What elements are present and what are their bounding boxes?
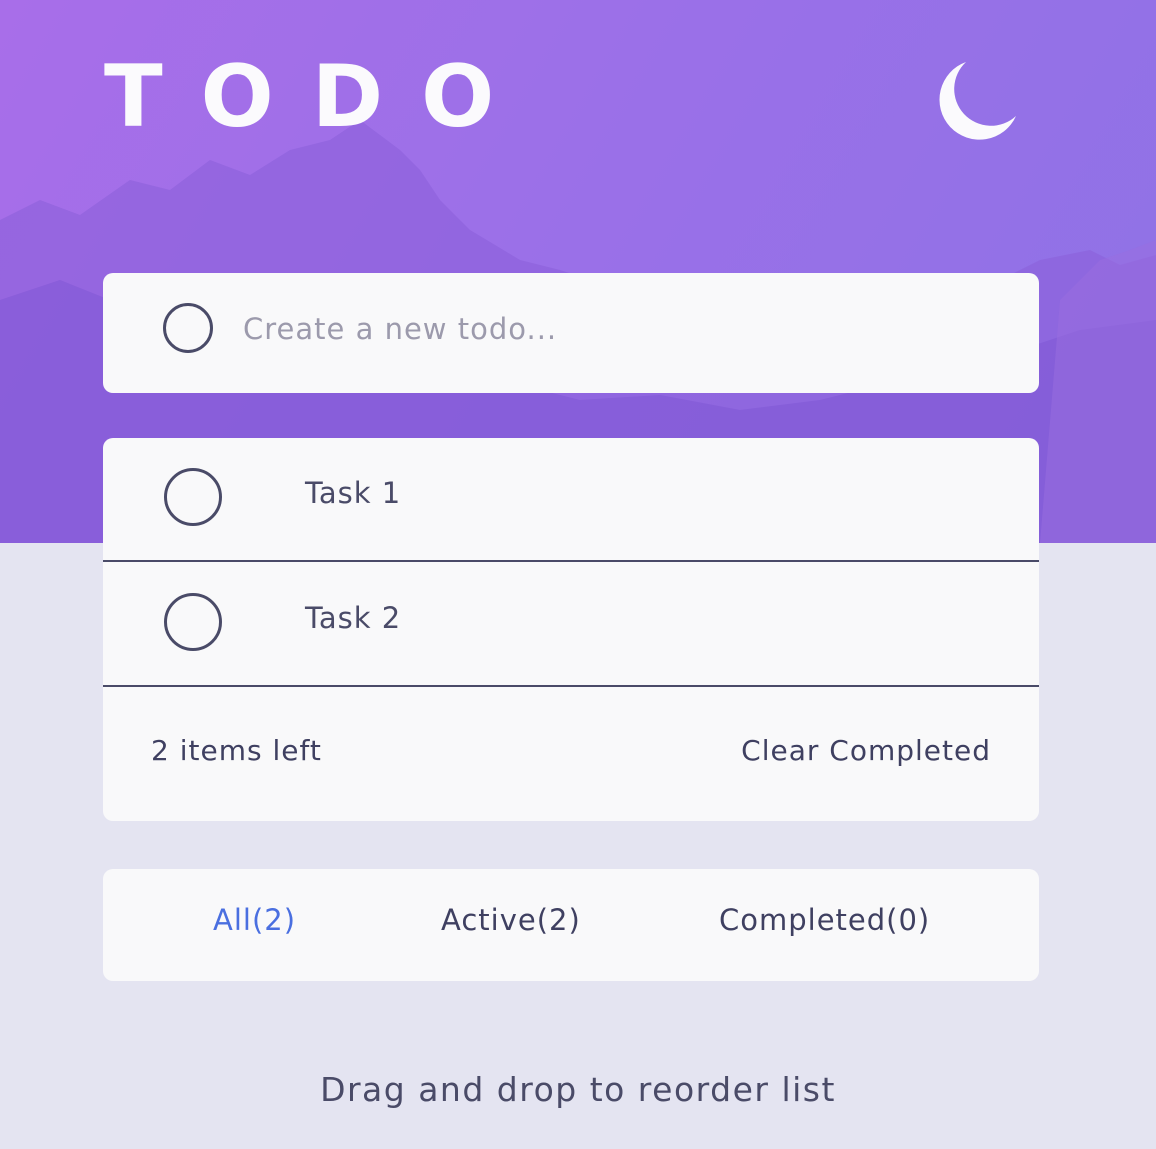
new-todo-input[interactable] <box>243 299 1003 359</box>
moon-icon <box>939 62 1016 140</box>
app-page: TODO Task 1 Task 2 2 items left Clear Co… <box>0 0 1156 1149</box>
clear-completed-button[interactable]: Clear Completed <box>741 734 991 767</box>
todo-item[interactable]: Task 2 <box>103 563 1039 687</box>
app-title: TODO <box>104 47 533 147</box>
list-footer: 2 items left Clear Completed <box>103 688 1039 821</box>
filter-completed-button[interactable]: Completed(0) <box>719 903 930 937</box>
theme-toggle-button[interactable] <box>936 58 1020 142</box>
filter-active-button[interactable]: Active(2) <box>441 903 581 937</box>
filter-all-button[interactable]: All(2) <box>213 903 296 937</box>
drag-drop-hint: Drag and drop to reorder list <box>320 1070 836 1109</box>
new-todo-card <box>103 273 1039 393</box>
items-left-count: 2 items left <box>151 734 322 767</box>
todo-label: Task 2 <box>305 601 402 635</box>
todo-item[interactable]: Task 1 <box>103 438 1039 562</box>
new-todo-checkbox[interactable] <box>163 303 213 353</box>
todo-list-card: Task 1 Task 2 2 items left Clear Complet… <box>103 438 1039 821</box>
filter-bar: All(2) Active(2) Completed(0) <box>103 869 1039 981</box>
todo-label: Task 1 <box>305 476 402 510</box>
todo-checkbox[interactable] <box>164 593 222 651</box>
todo-checkbox[interactable] <box>164 468 222 526</box>
